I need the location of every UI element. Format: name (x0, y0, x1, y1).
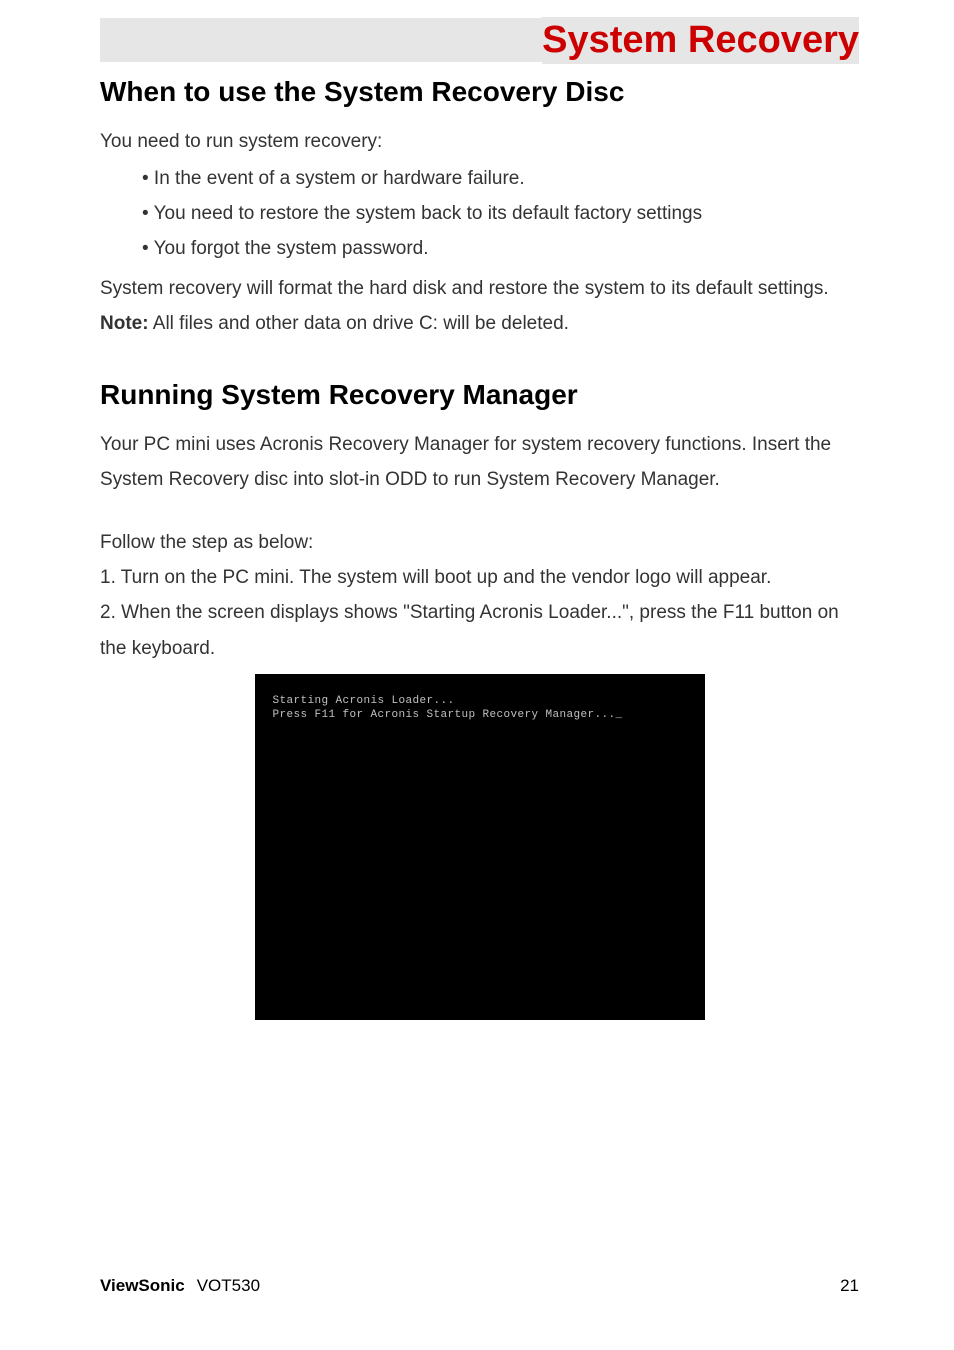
note-text: All files and other data on drive C: wil… (149, 313, 569, 334)
footer-brand: ViewSonic (100, 1276, 185, 1295)
section2-follow: Follow the step as below: (100, 525, 859, 560)
bullet-item: • You forgot the system password. (100, 231, 859, 266)
bullet-item: • In the event of a system or hardware f… (100, 161, 859, 196)
note-label: Note: (100, 313, 149, 334)
section2-para1: Your PC mini uses Acronis Recovery Manag… (100, 427, 859, 497)
bullet-item: • You need to restore the system back to… (100, 196, 859, 231)
section1-after: System recovery will format the hard dis… (100, 271, 859, 306)
section2-heading: Running System Recovery Manager (100, 379, 859, 411)
screenshot-line2: Press F11 for Acronis Startup Recovery M… (273, 708, 687, 722)
section1-bullets: • In the event of a system or hardware f… (100, 161, 859, 266)
screenshot-line1: Starting Acronis Loader... (273, 694, 687, 708)
section2-step2: 2. When the screen displays shows "Start… (100, 595, 859, 665)
page-footer: ViewSonic VOT530 21 (100, 1276, 859, 1296)
section1-heading: When to use the System Recovery Disc (100, 76, 859, 108)
page-content: When to use the System Recovery Disc You… (0, 62, 954, 1020)
section1-note: Note: All files and other data on drive … (100, 306, 859, 341)
footer-left: ViewSonic VOT530 (100, 1276, 260, 1296)
footer-model: VOT530 (197, 1276, 260, 1295)
section1-intro: You need to run system recovery: (100, 124, 859, 159)
page-title: System Recovery (542, 17, 859, 64)
footer-page: 21 (840, 1276, 859, 1296)
page-header: System Recovery (0, 0, 954, 62)
boot-screenshot: Starting Acronis Loader... Press F11 for… (255, 674, 705, 1020)
section2-step1: 1. Turn on the PC mini. The system will … (100, 560, 859, 595)
